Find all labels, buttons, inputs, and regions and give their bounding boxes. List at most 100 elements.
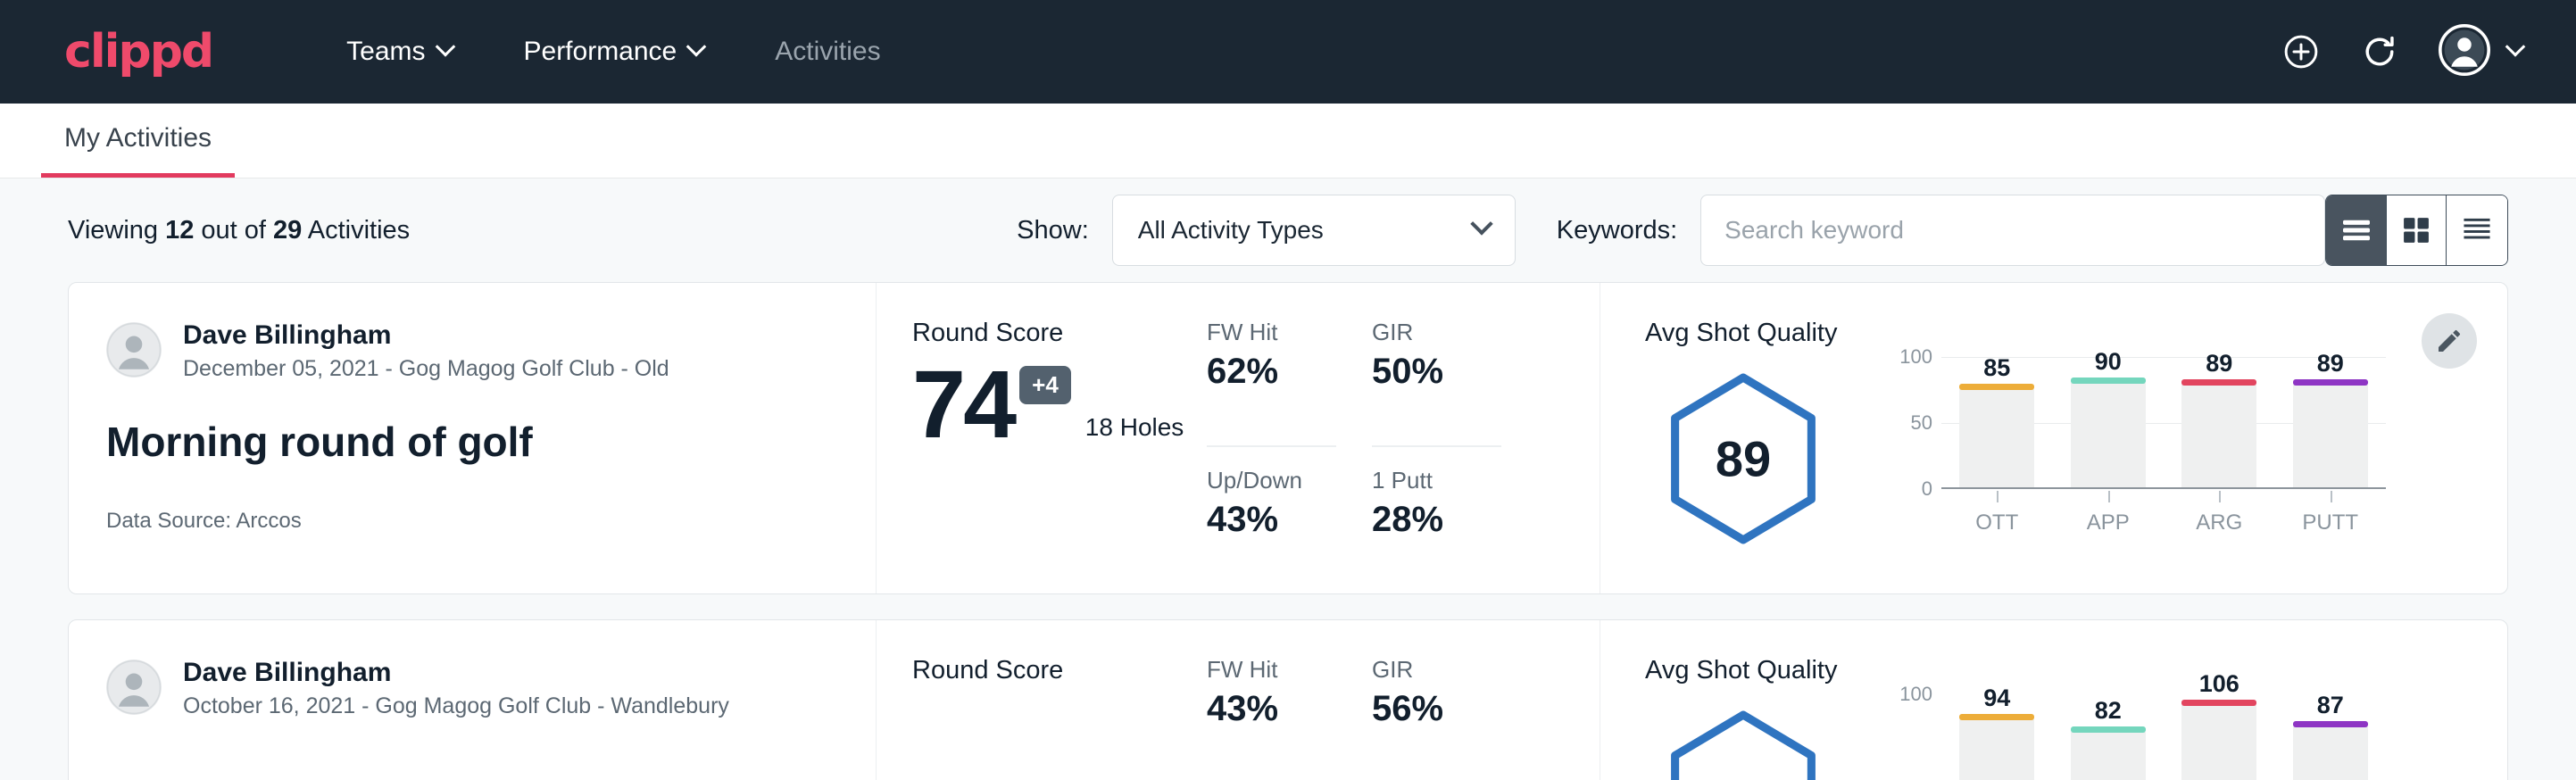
keyword-filter-group: Keywords: [1557, 195, 2325, 266]
stat-value: 50% [1372, 352, 1501, 392]
activity-card[interactable]: Dave Billingham December 05, 2021 - Gog … [68, 282, 2508, 594]
x-tick-putt: PUTT [2293, 491, 2368, 535]
chevron-down-icon [1470, 212, 1492, 235]
y-tick-50: 50 [1911, 411, 1932, 435]
tab-strip: My Activities [0, 104, 2576, 178]
show-label: Show: [1017, 216, 1089, 245]
bar-cap [2071, 378, 2146, 384]
bar-cap [2071, 726, 2146, 733]
viewing-count: 12 [165, 216, 194, 245]
search-input[interactable] [1700, 195, 2325, 266]
bar-putt: 87 [2293, 694, 2368, 780]
activity-stats-grid: FW Hit 43% GIR 56% [1198, 620, 1600, 780]
stat-gir: GIR 56% [1372, 656, 1501, 780]
page-content: Viewing 12 out of 29 Activities Show: Al… [0, 178, 2576, 780]
chevron-down-icon [686, 37, 707, 57]
view-mode-list-button[interactable] [2326, 195, 2387, 265]
shot-quality-bar-chart: 100 50 0 85 [1886, 357, 2386, 535]
author-name: Dave Billingham [183, 656, 729, 690]
viewing-summary: Viewing 12 out of 29 Activities [68, 216, 410, 245]
stat-one-putt: 1 Putt 28% [1372, 467, 1501, 593]
bar-value: 87 [2293, 692, 2368, 719]
activity-title: Morning round of golf [106, 418, 876, 466]
tab-my-activities[interactable]: My Activities [41, 123, 235, 178]
stat-value: 28% [1372, 500, 1501, 540]
account-avatar-icon [2439, 24, 2490, 80]
view-mode-grid-button[interactable] [2387, 195, 2447, 265]
round-score-label: Round Score [912, 319, 1198, 348]
avg-shot-quality-block: Avg Shot Quality 100 [1600, 620, 2507, 780]
activity-meta: December 05, 2021 - Gog Magog Golf Club … [183, 356, 669, 382]
chart-bars: 85 90 [1941, 357, 2386, 487]
avg-shot-quality-body: 100 94 82 [1645, 694, 2507, 780]
chart-bars: 94 82 [1941, 694, 2386, 780]
stat-up-down: Up/Down 43% [1207, 467, 1336, 593]
activity-summary: Dave Billingham October 16, 2021 - Gog M… [69, 620, 877, 780]
main-nav: Teams Performance Activities [311, 37, 916, 67]
y-tick-100: 100 [1899, 345, 1932, 369]
bar-track [2071, 383, 2146, 487]
stat-value: 43% [1207, 689, 1336, 729]
view-mode-compact-button[interactable] [2447, 195, 2507, 265]
stat-gir: GIR 50% [1372, 319, 1501, 447]
chart-plot-area: 94 82 [1941, 694, 2386, 780]
avg-shot-quality-label: Avg Shot Quality [1645, 656, 2507, 685]
filter-bar: Viewing 12 out of 29 Activities Show: Al… [68, 178, 2508, 282]
activity-type-select[interactable]: All Activity Types [1112, 195, 1516, 266]
shot-quality-hexagon [1645, 694, 1841, 780]
chart-y-axis: 100 [1886, 694, 1932, 780]
shot-quality-bar-chart: 100 94 82 [1886, 694, 2386, 780]
clippd-logo[interactable]: clippd [64, 29, 212, 75]
stat-fw-hit: FW Hit 62% [1207, 319, 1336, 447]
show-filter-group: Show: All Activity Types [1017, 195, 1516, 266]
activity-data-source: Data Source: Arccos [106, 509, 876, 534]
header-actions [2281, 24, 2522, 80]
nav-item-activities[interactable]: Activities [739, 37, 916, 67]
bar-cap [2181, 379, 2256, 386]
viewing-prefix: Viewing [68, 216, 165, 245]
chevron-down-icon [435, 37, 455, 57]
nav-item-teams-label: Teams [346, 37, 425, 67]
author-name: Dave Billingham [183, 319, 669, 353]
avatar [106, 660, 162, 715]
nav-item-performance[interactable]: Performance [488, 37, 740, 67]
bar-arg: 89 [2181, 357, 2256, 487]
edit-activity-button[interactable] [2422, 313, 2477, 369]
x-tick-arg: ARG [2181, 491, 2256, 535]
stat-label: FW Hit [1207, 656, 1336, 684]
activity-type-select-value: All Activity Types [1138, 216, 1324, 245]
data-source-prefix: Data Source: [106, 509, 236, 533]
x-tick-ott: OTT [1959, 491, 2034, 535]
bar-arg: 106 [2181, 694, 2256, 780]
account-menu[interactable] [2439, 24, 2522, 80]
avatar [106, 322, 162, 378]
stat-value: 62% [1207, 352, 1336, 392]
bar-value: 89 [2181, 350, 2256, 378]
nav-item-teams[interactable]: Teams [311, 37, 487, 67]
bar-cap [2181, 700, 2256, 706]
stat-fw-hit: FW Hit 43% [1207, 656, 1336, 780]
activity-meta: October 16, 2021 - Gog Magog Golf Club -… [183, 693, 729, 719]
plus-circle-icon[interactable] [2281, 32, 2321, 71]
bar-track [2293, 726, 2368, 780]
bar-cap [2293, 721, 2368, 727]
bar-value: 85 [1959, 354, 2034, 382]
y-tick-0: 0 [1922, 477, 1932, 501]
stat-value: 56% [1372, 689, 1501, 729]
bar-putt: 89 [2293, 357, 2368, 487]
view-mode-toggle [2325, 195, 2508, 266]
shot-quality-value: 89 [1658, 430, 1828, 488]
holes-label: 18 Holes [1085, 413, 1184, 451]
round-score-row: 74 +4 18 Holes [912, 359, 1198, 451]
chart-plot-area: 85 90 [1941, 357, 2386, 489]
y-tick-100: 100 [1899, 683, 1932, 706]
bar-ott: 85 [1959, 357, 2034, 487]
chart-x-axis: OTT APP ARG PUTT [1941, 491, 2386, 535]
x-tick-app: APP [2071, 491, 2146, 535]
viewing-suffix: Activities [302, 216, 410, 245]
bar-value: 106 [2181, 670, 2256, 698]
activity-card[interactable]: Dave Billingham October 16, 2021 - Gog M… [68, 619, 2508, 780]
refresh-icon[interactable] [2360, 32, 2399, 71]
bar-cap [1959, 714, 2034, 720]
stat-label: 1 Putt [1372, 467, 1501, 494]
